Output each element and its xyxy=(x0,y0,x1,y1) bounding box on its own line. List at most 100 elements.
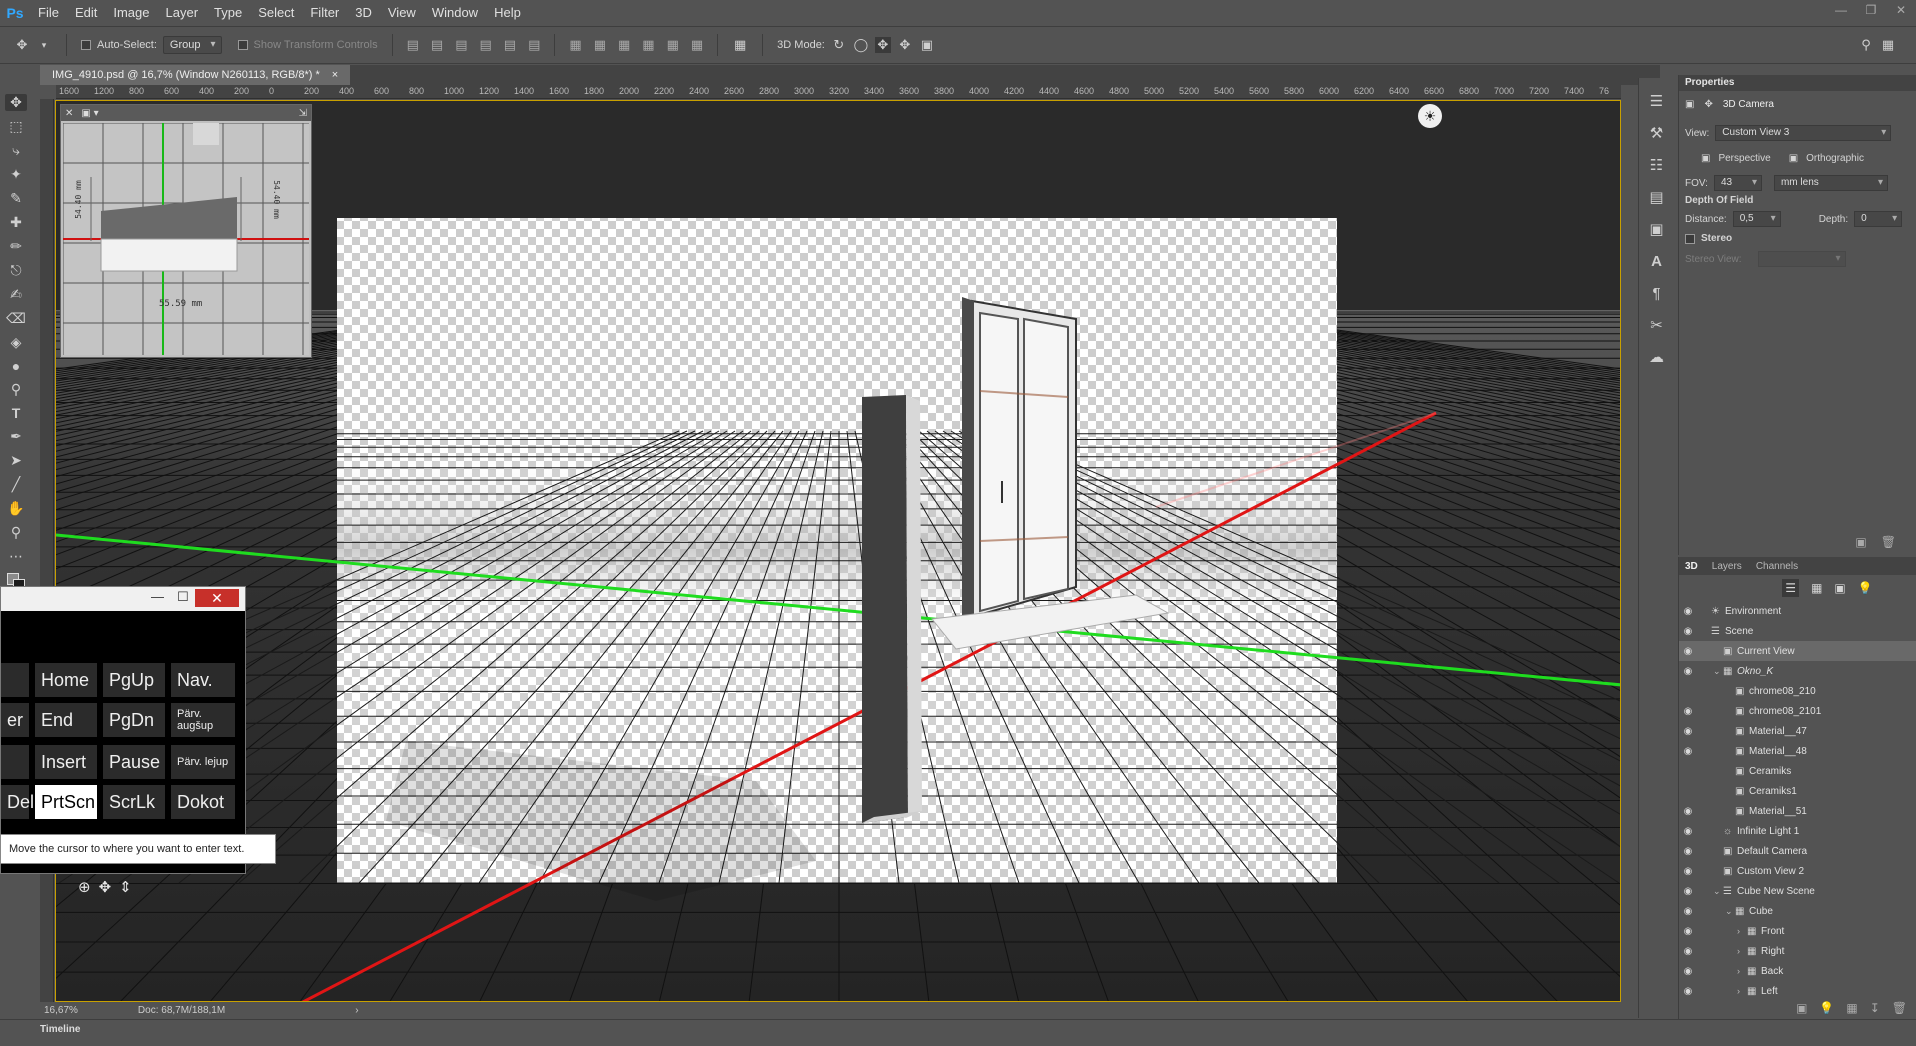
eyedropper-icon[interactable]: ✎ xyxy=(5,190,27,207)
orbit-icon[interactable]: ↻ xyxy=(831,37,847,53)
workspace-icon[interactable]: ▦ xyxy=(1880,37,1896,53)
visibility-eye-icon[interactable]: ◉ xyxy=(1679,606,1697,617)
secondary-view[interactable]: ✕ ▣ ▾ ⇲ 55.59 mm 54.40 mm 54.40 mm xyxy=(60,104,312,358)
expand-arrow-icon[interactable]: › xyxy=(1737,986,1747,996)
adjustments-icon[interactable]: ☷ xyxy=(1646,154,1668,176)
align-top-icon[interactable]: ▤ xyxy=(407,37,419,53)
layer-row[interactable]: ▣ Ceramiks xyxy=(1679,761,1916,781)
menu-view[interactable]: View xyxy=(380,0,424,26)
brush-presets-icon[interactable]: ▤ xyxy=(1646,186,1668,208)
layer-row[interactable]: ◉ ☼ Infinite Light 1 xyxy=(1679,821,1916,841)
layer-row[interactable]: ◉ ▣ Current View xyxy=(1679,641,1916,661)
type-tool-icon[interactable]: T xyxy=(5,405,27,421)
align-bottom-icon[interactable]: ▤ xyxy=(455,37,467,53)
stamp-tool-icon[interactable]: ⎋ xyxy=(5,262,27,279)
hand-tool-icon[interactable]: ✋ xyxy=(5,500,27,517)
lights-icon[interactable]: 💡 xyxy=(1858,581,1873,595)
layer-row[interactable]: ▣ Ceramiks1 xyxy=(1679,781,1916,801)
visibility-eye-icon[interactable]: ◉ xyxy=(1679,666,1697,677)
layer-row[interactable]: ◉ › ▦ Front xyxy=(1679,921,1916,941)
dolly-axis-icon[interactable]: ⇕ xyxy=(119,878,132,896)
move-tool-icon[interactable]: ✥ xyxy=(14,37,30,53)
layer-row[interactable]: ◉ › ▦ Right xyxy=(1679,941,1916,961)
menu-type[interactable]: Type xyxy=(206,0,250,26)
visibility-eye-icon[interactable]: ◉ xyxy=(1679,846,1697,857)
coordinates-icon[interactable]: ✥ xyxy=(1704,99,1712,110)
distribute-top-icon[interactable]: ▦ xyxy=(569,37,581,53)
more-tools-icon[interactable]: ⋯ xyxy=(5,548,27,565)
keyboard-key-home[interactable]: Home xyxy=(35,663,97,697)
expand-arrow-icon[interactable]: › xyxy=(1737,946,1747,956)
layer-row[interactable]: ◉ ▣ Custom View 2 xyxy=(1679,861,1916,881)
keyboard-key-pgup[interactable]: PgUp xyxy=(103,663,165,697)
paint-bucket-icon[interactable]: ◈ xyxy=(5,334,27,351)
auto-select-dropdown[interactable]: Group xyxy=(162,36,222,54)
visibility-eye-icon[interactable]: ◉ xyxy=(1679,926,1697,937)
add-light-icon[interactable]: 💡 xyxy=(1819,1001,1834,1015)
distance-input[interactable]: 0,5 xyxy=(1732,211,1781,227)
layer-row[interactable]: ◉ ▣ Material__51 xyxy=(1679,801,1916,821)
expand-arrow-icon[interactable]: ⌄ xyxy=(1713,886,1723,897)
zoom-tool-icon[interactable]: ⚲ xyxy=(5,524,27,541)
pan-axis-icon[interactable]: ✥ xyxy=(99,878,112,896)
view-select-icon[interactable]: ▣ ▾ xyxy=(81,108,98,119)
render-icon[interactable]: ▣ xyxy=(1796,1001,1807,1015)
lens-dropdown[interactable]: mm lens xyxy=(1773,175,1888,191)
visibility-eye-icon[interactable]: ◉ xyxy=(1679,746,1697,757)
materials-icon[interactable]: ▣ xyxy=(1834,581,1845,595)
menu-edit[interactable]: Edit xyxy=(67,0,105,26)
chevron-right-icon[interactable]: › xyxy=(355,1005,358,1016)
depth-input[interactable]: 0 xyxy=(1854,211,1903,227)
menu-3d[interactable]: 3D xyxy=(347,0,380,26)
marquee-tool-icon[interactable]: ⬚ xyxy=(5,118,27,135)
keyboard-key-del-partial[interactable]: Del xyxy=(1,785,34,819)
visibility-eye-icon[interactable]: ◉ xyxy=(1679,826,1697,837)
swap-view-icon[interactable]: ⇲ xyxy=(299,108,307,119)
visibility-eye-icon[interactable]: ◉ xyxy=(1679,806,1697,817)
menu-select[interactable]: Select xyxy=(250,0,302,26)
layer-row[interactable]: ◉ ▣ Default Camera xyxy=(1679,841,1916,861)
dodge-tool-icon[interactable]: ⚲ xyxy=(5,381,27,398)
close-button[interactable]: ✕ xyxy=(195,589,239,607)
keyboard-key-enter-partial[interactable]: er xyxy=(1,703,29,737)
layer-row[interactable]: ◉ ▣ Material__47 xyxy=(1679,721,1916,741)
align-center-icon[interactable]: ▤ xyxy=(504,37,516,53)
visibility-eye-icon[interactable]: ◉ xyxy=(1679,986,1697,997)
visibility-eye-icon[interactable]: ◉ xyxy=(1679,646,1697,657)
menu-window[interactable]: Window xyxy=(424,0,486,26)
tab-layers[interactable]: Layers xyxy=(1712,561,1742,572)
auto-align-icon[interactable]: ▦ xyxy=(732,37,748,53)
layer-row[interactable]: ◉ ☰ Scene xyxy=(1679,621,1916,641)
layer-row[interactable]: ◉ ⌄ ▦ Okno_K xyxy=(1679,661,1916,681)
camera-scale-icon[interactable]: ▣ xyxy=(919,37,935,53)
tab-3d[interactable]: 3D xyxy=(1685,561,1698,572)
libraries-icon[interactable]: ☁ xyxy=(1646,346,1668,368)
expand-arrow-icon[interactable]: › xyxy=(1737,966,1747,976)
visibility-eye-icon[interactable]: ◉ xyxy=(1679,946,1697,957)
keyboard-key-scroll-up[interactable]: Pärv. augšup xyxy=(171,703,235,737)
blur-tool-icon[interactable]: ● xyxy=(5,358,27,374)
keyboard-key-scrlk[interactable]: ScrLk xyxy=(103,785,165,819)
tools-icon[interactable]: ✂ xyxy=(1646,314,1668,336)
tool-presets-icon[interactable]: ⚒ xyxy=(1646,122,1668,144)
camera-settings-icon[interactable]: ▣ xyxy=(1855,535,1866,549)
orthographic-option[interactable]: Orthographic xyxy=(1806,153,1864,164)
visibility-eye-icon[interactable]: ◉ xyxy=(1679,906,1697,917)
menu-help[interactable]: Help xyxy=(486,0,529,26)
align-middle-icon[interactable]: ▤ xyxy=(431,37,443,53)
search-icon[interactable]: ⚲ xyxy=(1858,37,1874,53)
delete-icon[interactable]: 🗑 xyxy=(1892,1001,1907,1015)
menu-layer[interactable]: Layer xyxy=(158,0,207,26)
tab-channels[interactable]: Channels xyxy=(1756,561,1798,572)
visibility-eye-icon[interactable]: ◉ xyxy=(1679,966,1697,977)
roll-icon[interactable]: ◯ xyxy=(853,37,869,53)
layer-row[interactable]: ◉ ⌄ ▦ Cube xyxy=(1679,901,1916,921)
fov-input[interactable]: 43 xyxy=(1713,175,1762,191)
character-icon[interactable]: A xyxy=(1646,250,1668,272)
distribute-left-icon[interactable]: ▦ xyxy=(642,37,654,53)
layer-row[interactable]: ◉ ▣ Material__48 xyxy=(1679,741,1916,761)
visibility-eye-icon[interactable]: ◉ xyxy=(1679,886,1697,897)
keyboard-key-left-partial[interactable] xyxy=(1,745,29,779)
align-left-icon[interactable]: ▤ xyxy=(480,37,492,53)
view-dropdown[interactable]: Custom View 3 xyxy=(1715,125,1892,141)
